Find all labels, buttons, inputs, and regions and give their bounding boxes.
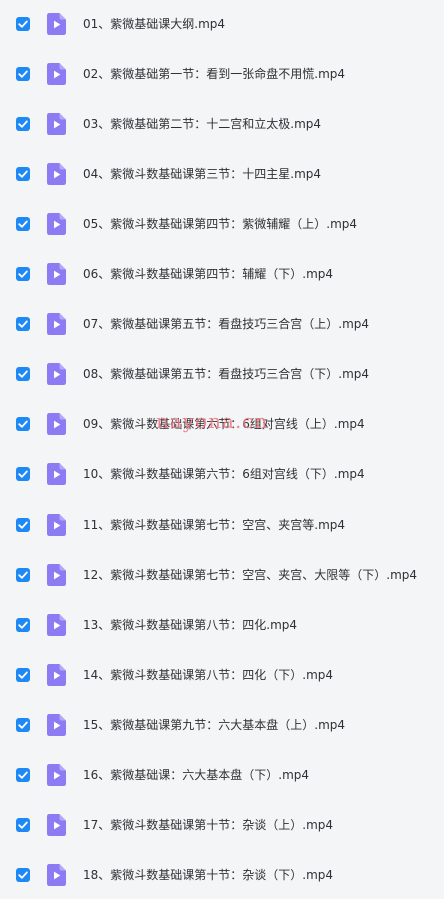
file-name: 10、紫微斗数基础课第六节：6组对宫线（下）.mp4 bbox=[83, 467, 365, 482]
checkmark-icon bbox=[18, 771, 28, 779]
checkmark-icon bbox=[18, 420, 28, 429]
video-file-icon bbox=[47, 113, 66, 136]
file-name: 03、紫微基础第二节：十二宫和立太极.mp4 bbox=[83, 117, 322, 132]
file-row[interactable]: 14、紫微斗数基础课第八节：四化（下）.mp4 bbox=[0, 653, 444, 697]
file-name: 05、紫微斗数基础课第四节：紫微辅耀（上）.mp4 bbox=[83, 217, 358, 232]
video-file-icon bbox=[47, 613, 66, 636]
video-file-icon bbox=[47, 263, 66, 286]
file-row[interactable]: 04、紫微斗数基础课第三节：十四主星.mp4 bbox=[0, 152, 444, 196]
checkmark-icon bbox=[18, 270, 28, 278]
video-file-icon bbox=[47, 413, 66, 436]
file-checkbox[interactable] bbox=[16, 617, 30, 632]
video-file-icon bbox=[47, 763, 66, 786]
file-row[interactable]: 09、紫微斗数基础课第六节：6组对宫线（上）.mp4 bbox=[0, 402, 444, 446]
file-row[interactable]: 06、紫微斗数基础课第四节：辅耀（下）.mp4 bbox=[0, 252, 444, 296]
file-checkbox[interactable] bbox=[16, 317, 30, 332]
file-list: 01、紫微基础课大纲.mp4 02、紫微基础第一节：看到一张命盘不用慌.mp4 03… bbox=[0, 0, 444, 899]
checkmark-icon bbox=[18, 70, 28, 78]
file-checkbox[interactable] bbox=[16, 367, 30, 382]
checkmark-icon bbox=[18, 521, 28, 529]
file-name: 01、紫微基础课大纲.mp4 bbox=[83, 17, 226, 31]
checkmark-icon bbox=[18, 20, 28, 28]
file-row[interactable]: 17、紫微斗数基础课第十节：杂谈（上）.mp4 bbox=[0, 803, 444, 847]
file-name: 02、紫微基础第一节：看到一张命盘不用慌.mp4 bbox=[83, 67, 346, 82]
file-row[interactable]: 03、紫微基础第二节：十二宫和立太极.mp4 bbox=[0, 102, 444, 146]
file-row[interactable]: 11、紫微斗数基础课第七节：空宫、夹宫等.mp4 bbox=[0, 503, 444, 547]
file-row[interactable]: 02、紫微基础第一节：看到一张命盘不用慌.mp4 bbox=[0, 52, 444, 96]
file-checkbox[interactable] bbox=[16, 217, 30, 232]
file-row[interactable]: 10、紫微斗数基础课第六节：6组对宫线（下）.mp4 bbox=[0, 452, 444, 496]
file-row[interactable]: 12、紫微斗数基础课第七节：空宫、夹宫、大限等（下）.mp4 bbox=[0, 553, 444, 597]
file-checkbox[interactable] bbox=[16, 567, 30, 582]
video-file-icon bbox=[47, 163, 66, 186]
file-row[interactable]: 07、紫微基础课第五节：看盘技巧三合宫（上）.mp4 bbox=[0, 302, 444, 346]
file-checkbox[interactable] bbox=[16, 417, 30, 432]
file-name: 15、紫微基础课第九节：六大基本盘（上）.mp4 bbox=[83, 717, 346, 732]
file-checkbox[interactable] bbox=[16, 467, 30, 482]
file-name: 11、紫微斗数基础课第七节：空宫、夹宫等.mp4 bbox=[83, 517, 346, 532]
file-checkbox[interactable] bbox=[16, 517, 30, 532]
file-name: 18、紫微斗数基础课第十节：杂谈（下）.mp4 bbox=[83, 867, 334, 882]
file-checkbox[interactable] bbox=[16, 667, 30, 682]
file-name: 04、紫微斗数基础课第三节：十四主星.mp4 bbox=[83, 167, 322, 182]
checkmark-icon bbox=[18, 621, 28, 629]
checkmark-icon bbox=[18, 370, 28, 379]
file-name: 07、紫微基础课第五节：看盘技巧三合宫（上）.mp4 bbox=[83, 317, 370, 332]
file-row[interactable]: 13、紫微斗数基础课第八节：四化.mp4 bbox=[0, 603, 444, 647]
video-file-icon bbox=[47, 513, 66, 536]
file-checkbox[interactable] bbox=[16, 817, 30, 832]
checkmark-icon bbox=[18, 671, 28, 679]
checkmark-icon bbox=[18, 821, 28, 829]
checkmark-icon bbox=[18, 120, 28, 128]
video-file-icon bbox=[47, 863, 66, 886]
file-checkbox[interactable] bbox=[16, 867, 30, 882]
file-row[interactable]: 18、紫微斗数基础课第十节：杂谈（下）.mp4 bbox=[0, 853, 444, 897]
video-file-icon bbox=[47, 563, 66, 586]
video-file-icon bbox=[47, 813, 66, 836]
file-name: 17、紫微斗数基础课第十节：杂谈（上）.mp4 bbox=[83, 817, 334, 832]
file-checkbox[interactable] bbox=[16, 717, 30, 732]
video-file-icon bbox=[47, 663, 66, 686]
video-file-icon bbox=[47, 213, 66, 236]
file-name: 06、紫微斗数基础课第四节：辅耀（下）.mp4 bbox=[83, 267, 334, 282]
video-file-icon bbox=[47, 313, 66, 336]
file-name: 12、紫微斗数基础课第七节：空宫、夹宫、大限等（下）.mp4 bbox=[83, 567, 418, 582]
video-file-icon bbox=[47, 713, 66, 736]
checkmark-icon bbox=[18, 721, 28, 729]
video-file-icon bbox=[47, 463, 66, 486]
file-row[interactable]: 08、紫微基础课第五节：看盘技巧三合宫（下）.mp4 bbox=[0, 352, 444, 396]
file-name: 08、紫微基础课第五节：看盘技巧三合宫（下）.mp4 bbox=[83, 367, 370, 382]
checkmark-icon bbox=[18, 170, 28, 178]
video-file-icon bbox=[47, 363, 66, 386]
checkmark-icon bbox=[18, 220, 28, 228]
file-row[interactable]: 16、紫微基础课：六大基本盘（下）.mp4 bbox=[0, 753, 444, 797]
file-checkbox[interactable] bbox=[16, 267, 30, 282]
file-checkbox[interactable] bbox=[16, 167, 30, 182]
file-name: 13、紫微斗数基础课第八节：四化.mp4 bbox=[83, 617, 298, 632]
file-checkbox[interactable] bbox=[16, 17, 30, 31]
file-row[interactable]: 05、紫微斗数基础课第四节：紫微辅耀（上）.mp4 bbox=[0, 202, 444, 246]
checkmark-icon bbox=[18, 470, 28, 479]
file-checkbox[interactable] bbox=[16, 117, 30, 132]
file-row[interactable]: 15、紫微基础课第九节：六大基本盘（上）.mp4 bbox=[0, 703, 444, 747]
checkmark-icon bbox=[18, 871, 28, 879]
file-name: 09、紫微斗数基础课第六节：6组对宫线（上）.mp4 bbox=[83, 417, 365, 432]
file-checkbox[interactable] bbox=[16, 67, 30, 82]
file-row[interactable]: 01、紫微基础课大纲.mp4 bbox=[0, 2, 444, 46]
video-file-icon bbox=[47, 13, 66, 35]
file-checkbox[interactable] bbox=[16, 767, 30, 782]
file-name: 16、紫微基础课：六大基本盘（下）.mp4 bbox=[83, 767, 310, 782]
checkmark-icon bbox=[18, 571, 28, 579]
file-name: 14、紫微斗数基础课第八节：四化（下）.mp4 bbox=[83, 667, 334, 682]
checkmark-icon bbox=[18, 320, 28, 328]
video-file-icon bbox=[47, 63, 66, 86]
